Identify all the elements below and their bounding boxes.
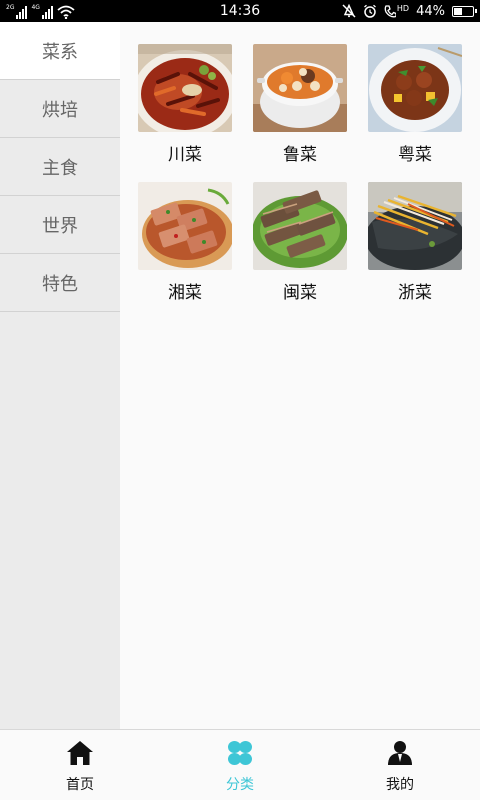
alarm-icon: [363, 4, 376, 18]
sidebar-item-label: 主食: [42, 157, 78, 179]
sidebar-item-label: 菜系: [42, 41, 78, 63]
dish-image: [368, 182, 462, 270]
dish-card-shandong[interactable]: 鲁菜: [253, 44, 347, 170]
dish-name: 浙菜: [398, 283, 432, 303]
dish-image: [253, 182, 347, 270]
dish-grid: 川菜 鲁菜 粤菜 湘菜 闽菜 浙菜: [138, 44, 462, 308]
status-bar: 2G 4G 14:36 HD 44%: [0, 0, 480, 22]
call-icon: [384, 4, 396, 17]
dish-name: 鲁菜: [283, 145, 317, 165]
dish-image: [138, 182, 232, 270]
nav-label: 我的: [386, 777, 414, 793]
dish-name: 闽菜: [283, 283, 317, 303]
dish-name: 粤菜: [398, 145, 432, 165]
sidebar-item-label: 烘培: [42, 99, 78, 121]
sidebar-item-specialty[interactable]: 特色: [0, 254, 120, 312]
nav-label: 分类: [226, 777, 254, 793]
dish-card-cantonese[interactable]: 粤菜: [368, 44, 462, 170]
sidebar-item-staple[interactable]: 主食: [0, 138, 120, 196]
sidebar-item-world[interactable]: 世界: [0, 196, 120, 254]
battery-icon: [452, 5, 477, 17]
content-area: 川菜 鲁菜 粤菜 湘菜 闽菜 浙菜: [120, 22, 480, 729]
nav-label: 首页: [66, 777, 94, 793]
nav-profile[interactable]: 我的: [320, 730, 480, 800]
bottom-navigation: 首页 分类 我的: [0, 729, 480, 800]
category-clover-icon: [228, 741, 252, 765]
dish-image: [253, 44, 347, 132]
profile-icon: [388, 741, 412, 765]
status-right: HD 44%: [342, 2, 477, 20]
sidebar-item-label: 世界: [42, 215, 78, 237]
dish-card-sichuan[interactable]: 川菜: [138, 44, 232, 170]
nav-home[interactable]: 首页: [0, 730, 160, 800]
sidebar-item-baking[interactable]: 烘培: [0, 80, 120, 138]
battery-level: [454, 7, 462, 15]
dish-image: [138, 44, 232, 132]
sidebar-item-cuisine[interactable]: 菜系: [0, 22, 120, 80]
dish-card-zhejiang[interactable]: 浙菜: [368, 182, 462, 308]
notifications-off-icon: [342, 4, 356, 18]
dish-card-fujian[interactable]: 闽菜: [253, 182, 347, 308]
dish-image: [368, 44, 462, 132]
battery-percent: 44%: [416, 3, 445, 19]
dish-name: 川菜: [168, 145, 202, 165]
sidebar-item-label: 特色: [42, 273, 78, 295]
home-icon: [67, 741, 93, 765]
dish-card-hunan[interactable]: 湘菜: [138, 182, 232, 308]
nav-category[interactable]: 分类: [160, 730, 320, 800]
category-sidebar: 菜系 烘培 主食 世界 特色: [0, 22, 120, 729]
dish-name: 湘菜: [168, 283, 202, 303]
volte-icon: HD: [384, 4, 409, 18]
